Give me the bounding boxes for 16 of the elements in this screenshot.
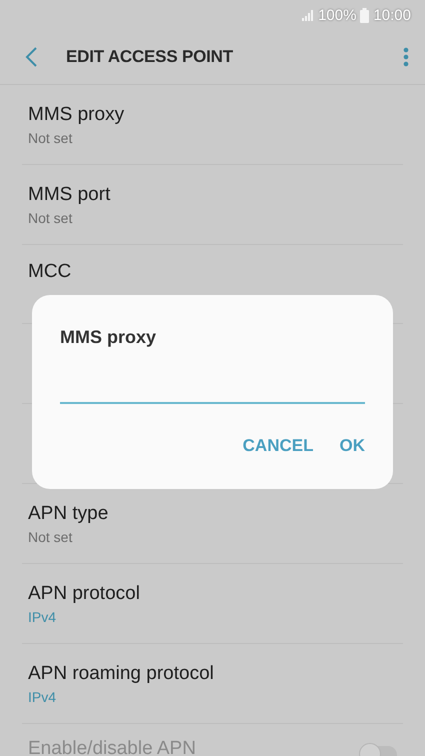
setting-title[interactable]: MMS proxy bbox=[28, 104, 124, 126]
setting-title[interactable]: MMS port bbox=[28, 184, 110, 206]
setting-value: IPv4 bbox=[28, 608, 58, 624]
setting-value: Not set bbox=[28, 528, 74, 544]
setting-title[interactable]: APN roaming protocol bbox=[28, 662, 214, 684]
setting-value: IPv4 bbox=[28, 688, 58, 704]
setting-value: Not set bbox=[28, 210, 74, 226]
battery-icon bbox=[360, 8, 370, 22]
setting-title[interactable]: APN type bbox=[28, 502, 108, 524]
setting-value: Not set bbox=[28, 130, 74, 146]
screen-title: EDIT ACCESS POINT bbox=[66, 47, 234, 67]
dialog-title: MMS proxy bbox=[60, 327, 158, 348]
setting-title[interactable]: MCC bbox=[28, 261, 72, 283]
setting-title[interactable]: APN protocol bbox=[28, 582, 140, 604]
more-options-icon[interactable] bbox=[403, 47, 409, 67]
signal-icon bbox=[302, 10, 314, 20]
